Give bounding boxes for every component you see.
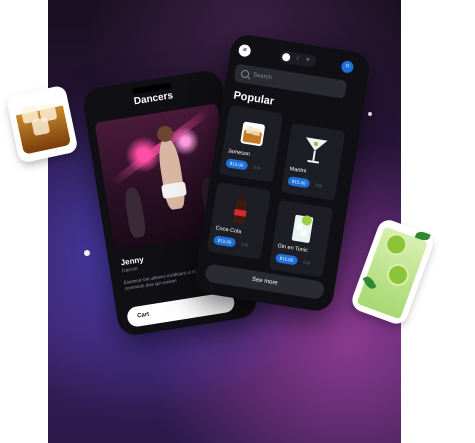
product-name: Gin en Tonic [277, 243, 309, 254]
cola-bottle-icon [221, 190, 260, 229]
search-placeholder: Search [252, 72, 273, 82]
theme-toggle[interactable]: ☾ ☀ [279, 50, 317, 68]
product-name: Jameson [227, 148, 251, 158]
toggle-knob [281, 52, 291, 62]
moon-icon: ☾ [295, 55, 302, 63]
sun-icon: ☀ [304, 57, 311, 65]
dancer-name: Jenny [120, 254, 145, 268]
martini-glass-icon [296, 130, 335, 169]
product-name: Martini [289, 166, 307, 175]
product-card-jameson[interactable]: Jameson $10.00 0.5l [219, 105, 284, 183]
qr-icon[interactable]: ⌗ [340, 60, 355, 74]
decor-dot [368, 112, 372, 116]
product-volume: 0.5l [315, 182, 323, 189]
section-title: Popular [232, 89, 275, 108]
product-card-gin-tonic[interactable]: Gin en Tonic $15.00 0.5l [268, 199, 334, 278]
menu-icon[interactable]: ≡ [237, 43, 252, 58]
product-card-coca-cola[interactable]: Coca-Cola $10.00 0.5l [206, 182, 272, 260]
price-badge[interactable]: $10.00 [225, 158, 249, 171]
product-name: Coca-Cola [215, 225, 242, 236]
dancer-subtitle: Dancer [121, 265, 139, 275]
price-badge[interactable]: $15.00 [274, 253, 298, 266]
product-volume: 0.5l [253, 164, 261, 171]
whiskey-glass-icon [234, 113, 273, 152]
search-icon [240, 69, 250, 79]
gin-tonic-glass-icon [283, 207, 322, 246]
price-badge[interactable]: $15.00 [287, 176, 311, 189]
product-card-martini[interactable]: Martini $15.00 0.5l [281, 122, 346, 201]
promo-stage: Dancers Jenny Dancer Eiusmod sint ullamc… [0, 0, 475, 443]
product-volume: 0.5l [240, 241, 249, 248]
decor-dot [84, 250, 90, 256]
price-badge[interactable]: $10.00 [213, 235, 236, 248]
product-volume: 0.5l [302, 259, 311, 266]
